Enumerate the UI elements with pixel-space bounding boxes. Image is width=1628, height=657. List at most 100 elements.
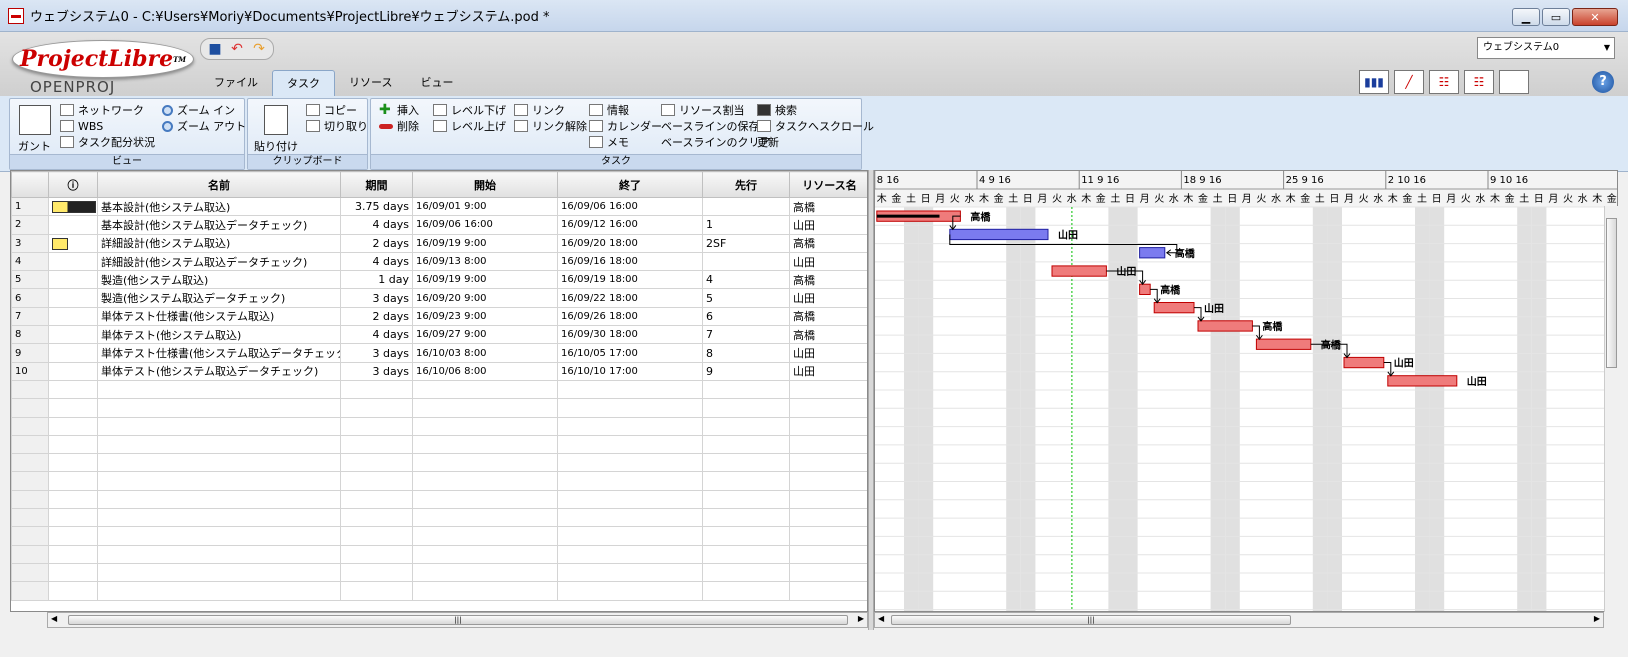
- empty-cell[interactable]: [557, 526, 703, 546]
- table-row[interactable]: 10 単体テスト(他システム取込データチェック) 3 days 16/10/06 8:…: [11, 361, 867, 381]
- cell-predecessors[interactable]: [702, 196, 790, 217]
- empty-cell[interactable]: [702, 453, 790, 473]
- insert-button[interactable]: ✚ 挿入: [379, 102, 419, 118]
- cell-finish[interactable]: 16/09/30 18:00: [557, 325, 703, 345]
- cell-finish[interactable]: 16/09/19 18:00: [557, 270, 703, 290]
- empty-cell[interactable]: [340, 453, 413, 473]
- empty-cell[interactable]: [97, 581, 341, 601]
- cell-resources[interactable]: 高橋: [789, 325, 867, 345]
- empty-cell[interactable]: [340, 508, 413, 528]
- empty-cell[interactable]: [11, 508, 49, 528]
- empty-cell[interactable]: [412, 581, 558, 601]
- cell-resources[interactable]: 山田: [789, 343, 867, 363]
- cell-name[interactable]: 基本設計(他システム取込): [97, 196, 341, 217]
- cell-rownum[interactable]: 5: [11, 270, 49, 290]
- empty-cell[interactable]: [340, 398, 413, 418]
- cell-start[interactable]: 16/09/06 16:00: [412, 215, 558, 235]
- cell-finish[interactable]: 16/09/22 18:00: [557, 288, 703, 308]
- cell-resources[interactable]: 山田: [789, 215, 867, 235]
- empty-cell[interactable]: [789, 526, 867, 546]
- cell-rownum[interactable]: 6: [11, 288, 49, 308]
- empty-cell[interactable]: [557, 453, 703, 473]
- empty-cell[interactable]: [11, 581, 49, 601]
- cell-duration[interactable]: 4 days: [340, 251, 413, 272]
- empty-cell[interactable]: [11, 398, 49, 418]
- cell-finish[interactable]: 16/09/12 16:00: [557, 215, 703, 235]
- empty-cell[interactable]: [340, 416, 413, 436]
- empty-cell[interactable]: [412, 508, 558, 528]
- calendar-button[interactable]: カレンダー: [589, 118, 662, 134]
- unlink-button[interactable]: リンク解除: [514, 118, 587, 134]
- empty-cell[interactable]: [340, 526, 413, 546]
- info-button[interactable]: 情報: [589, 102, 629, 118]
- empty-row[interactable]: [11, 398, 867, 418]
- cell-rownum[interactable]: 8: [11, 325, 49, 345]
- gantt-scroll-right-arrow[interactable]: ▶: [1594, 614, 1600, 623]
- tab-file[interactable]: ファイル: [200, 70, 272, 96]
- empty-cell[interactable]: [557, 562, 703, 583]
- task-note-icon[interactable]: [52, 201, 96, 214]
- cell-duration[interactable]: 2 days: [340, 233, 413, 253]
- empty-cell[interactable]: [11, 453, 49, 473]
- vscroll-thumb[interactable]: [1606, 218, 1617, 368]
- table-row[interactable]: 6 製造(他システム取込データチェック) 3 days 16/09/20 9:00 16…: [11, 288, 867, 308]
- cell-name[interactable]: 詳細設計(他システム取込): [97, 233, 341, 253]
- empty-cell[interactable]: [789, 416, 867, 436]
- col-header-predecessors[interactable]: 先行: [702, 171, 790, 198]
- cell-resources[interactable]: 高橋: [789, 306, 867, 327]
- zoom-out-button[interactable]: ズーム アウト: [162, 118, 246, 134]
- table-row[interactable]: 8 単体テスト(他システム取込) 4 days 16/09/27 9:00 16/09/…: [11, 325, 867, 345]
- cell-start[interactable]: 16/09/19 9:00: [412, 270, 558, 290]
- cell-resources[interactable]: 山田: [789, 361, 867, 381]
- cell-finish[interactable]: 16/10/10 17:00: [557, 361, 703, 381]
- empty-cell[interactable]: [11, 471, 49, 491]
- cell-resources[interactable]: 山田: [789, 251, 867, 272]
- empty-cell[interactable]: [11, 379, 49, 400]
- cell-predecessors[interactable]: 2SF: [702, 233, 790, 253]
- cell-predecessors[interactable]: [702, 251, 790, 272]
- empty-row[interactable]: [11, 581, 867, 601]
- empty-cell[interactable]: [702, 416, 790, 436]
- col-header-rownum[interactable]: [11, 171, 49, 198]
- col-header-indicator[interactable]: ⓘ: [48, 171, 98, 198]
- task-usage-button[interactable]: タスク配分状況: [60, 134, 155, 150]
- col-header-resources[interactable]: リソース名: [789, 171, 867, 198]
- empty-cell[interactable]: [557, 471, 703, 491]
- empty-cell[interactable]: [702, 379, 790, 400]
- task-note-icon[interactable]: [52, 237, 68, 250]
- empty-cell[interactable]: [412, 398, 558, 418]
- empty-row[interactable]: [11, 489, 867, 510]
- empty-cell[interactable]: [11, 526, 49, 546]
- cell-start[interactable]: 16/09/13 8:00: [412, 251, 558, 272]
- empty-cell[interactable]: [412, 489, 558, 510]
- empty-cell[interactable]: [557, 379, 703, 400]
- cell-start[interactable]: 16/09/19 9:00: [412, 233, 558, 253]
- update-button[interactable]: 更新: [757, 134, 779, 150]
- wbs-button[interactable]: WBS: [60, 118, 103, 134]
- cell-rownum[interactable]: 1: [11, 196, 49, 217]
- cell-duration[interactable]: 3 days: [340, 361, 413, 381]
- empty-cell[interactable]: [702, 508, 790, 528]
- cell-rownum[interactable]: 7: [11, 306, 49, 327]
- empty-cell[interactable]: [48, 562, 98, 583]
- empty-cell[interactable]: [412, 453, 558, 473]
- tab-view[interactable]: ビュー: [406, 70, 467, 96]
- empty-cell[interactable]: [789, 434, 867, 455]
- col-header-name[interactable]: 名前: [97, 171, 341, 198]
- col-header-start[interactable]: 開始: [412, 171, 558, 198]
- cell-finish[interactable]: 16/09/06 16:00: [557, 196, 703, 217]
- cell-duration[interactable]: 1 day: [340, 270, 413, 290]
- cell-start[interactable]: 16/10/06 8:00: [412, 361, 558, 381]
- gantt-hscroll-thumb[interactable]: |||: [891, 615, 1291, 625]
- table-row[interactable]: 9 単体テスト仕様書(他システム取込データチェック) 3 days 16/10/03 …: [11, 343, 867, 363]
- empty-cell[interactable]: [557, 544, 703, 564]
- network-button[interactable]: ネットワーク: [60, 102, 144, 118]
- empty-cell[interactable]: [557, 508, 703, 528]
- cell-name[interactable]: 基本設計(他システム取込データチェック): [97, 215, 341, 235]
- empty-cell[interactable]: [97, 489, 341, 510]
- table-row[interactable]: 5 製造(他システム取込) 1 day 16/09/19 9:00 16/09/19 1…: [11, 270, 867, 290]
- empty-cell[interactable]: [412, 526, 558, 546]
- paste-button[interactable]: 貼り付け: [254, 105, 298, 154]
- cell-start[interactable]: 16/09/27 9:00: [412, 325, 558, 345]
- tab-task[interactable]: タスク: [272, 70, 335, 96]
